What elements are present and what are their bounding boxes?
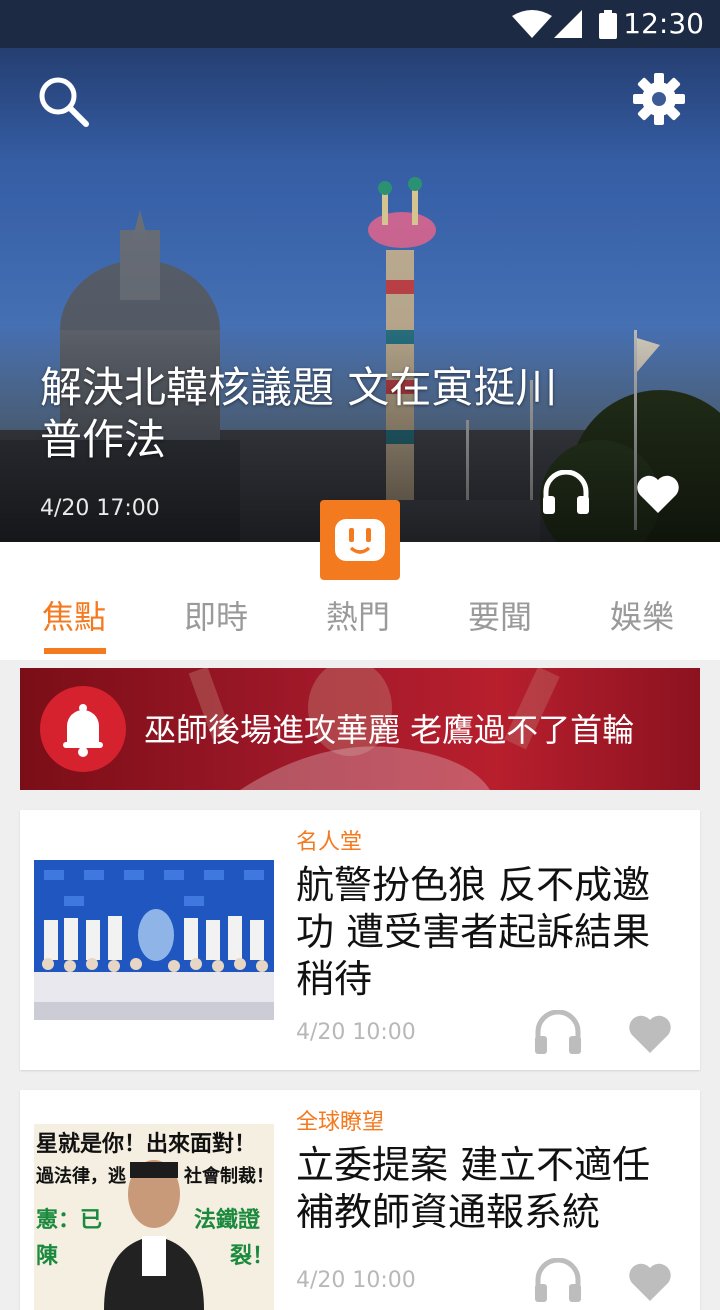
heart-icon[interactable] xyxy=(636,474,680,514)
tab-indicator xyxy=(44,648,106,654)
wifi-icon xyxy=(512,10,552,38)
article-date: 4/20 10:00 xyxy=(296,1268,416,1293)
hero-banner[interactable]: 12:30 解決北韓核議題 文在寅挺川普作法 4/20 17:00 xyxy=(0,0,720,542)
article-card[interactable]: 星就是你！出來面對！ 過法律，逃 社會制裁！ 憲：已 法鐵證 陳 裂！ 全球瞭望… xyxy=(20,1090,700,1310)
headphones-icon[interactable] xyxy=(534,1010,582,1054)
headphones-icon[interactable] xyxy=(542,470,590,514)
gear-icon[interactable] xyxy=(632,72,686,126)
heart-icon[interactable] xyxy=(628,1262,672,1302)
article-title[interactable]: 航警扮色狼 反不成邀功 遭受害者起訴結果稍待 xyxy=(296,862,686,1003)
app-logo[interactable] xyxy=(320,500,400,580)
tab-focus[interactable]: 焦點 xyxy=(42,592,106,638)
article-thumbnail xyxy=(34,860,274,1020)
poster-text: 過法律，逃 xyxy=(36,1166,126,1187)
hero-headline[interactable]: 解決北韓核議題 文在寅挺川普作法 xyxy=(40,362,560,466)
breaking-news-banner[interactable]: 巫師後場進攻華麗 老鷹過不了首輪 xyxy=(20,668,700,790)
signal-icon xyxy=(554,10,582,38)
article-category[interactable]: 名人堂 xyxy=(296,824,362,856)
poster-text: 憲：已 xyxy=(36,1208,103,1233)
tab-hot[interactable]: 熱門 xyxy=(326,592,390,638)
heart-icon[interactable] xyxy=(628,1014,672,1054)
breaking-news-text: 巫師後場進攻華麗 老鷹過不了首輪 xyxy=(144,711,635,749)
article-card[interactable]: 名人堂 航警扮色狼 反不成邀功 遭受害者起訴結果稍待 4/20 10:00 xyxy=(20,810,700,1070)
article-date: 4/20 10:00 xyxy=(296,1020,416,1045)
poster-text: 裂！ xyxy=(230,1244,274,1269)
search-icon[interactable] xyxy=(36,74,90,128)
battery-icon xyxy=(599,10,617,39)
team-photo xyxy=(34,860,274,1020)
poster-text: 星就是你！出來面對！ xyxy=(36,1132,257,1157)
headphones-icon[interactable] xyxy=(534,1258,582,1302)
tab-headlines[interactable]: 要聞 xyxy=(468,592,532,638)
status-bar: 12:30 xyxy=(0,0,720,48)
status-time: 12:30 xyxy=(623,7,704,40)
logo-face-icon xyxy=(335,519,385,561)
article-title[interactable]: 立委提案 建立不適任補教師資通報系統 xyxy=(296,1142,686,1236)
hero-date: 4/20 17:00 xyxy=(40,496,160,521)
article-category[interactable]: 全球瞭望 xyxy=(296,1104,384,1136)
tab-realtime[interactable]: 即時 xyxy=(184,592,248,638)
poster-text: 社會制裁！ xyxy=(184,1166,274,1187)
bell-icon xyxy=(63,704,103,757)
article-thumbnail: 星就是你！出來面對！ 過法律，逃 社會制裁！ 憲：已 法鐵證 陳 裂！ xyxy=(34,1124,274,1310)
poster-text: 法鐵證 xyxy=(194,1208,261,1233)
tab-entertainment[interactable]: 娛樂 xyxy=(610,592,674,638)
poster-text: 陳 xyxy=(36,1244,59,1269)
alert-badge xyxy=(40,686,126,772)
